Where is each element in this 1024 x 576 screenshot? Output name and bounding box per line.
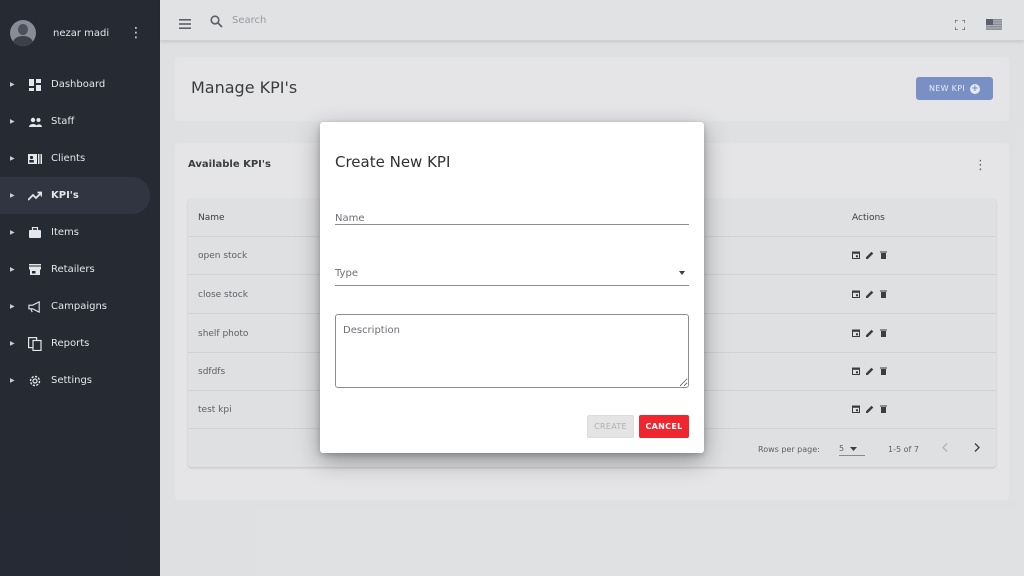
type-label: Type [335,268,358,279]
create-button[interactable]: CREATE [587,415,634,438]
caret-down-icon [679,271,685,275]
cancel-button[interactable]: CANCEL [639,415,689,438]
create-kpi-dialog: Create New KPI Type CREATE CANCEL [320,122,704,453]
dialog-title: Create New KPI [335,153,451,171]
name-field [335,206,689,230]
type-select[interactable]: Type [335,265,689,286]
name-input[interactable] [335,211,689,230]
description-textarea[interactable] [335,314,689,388]
